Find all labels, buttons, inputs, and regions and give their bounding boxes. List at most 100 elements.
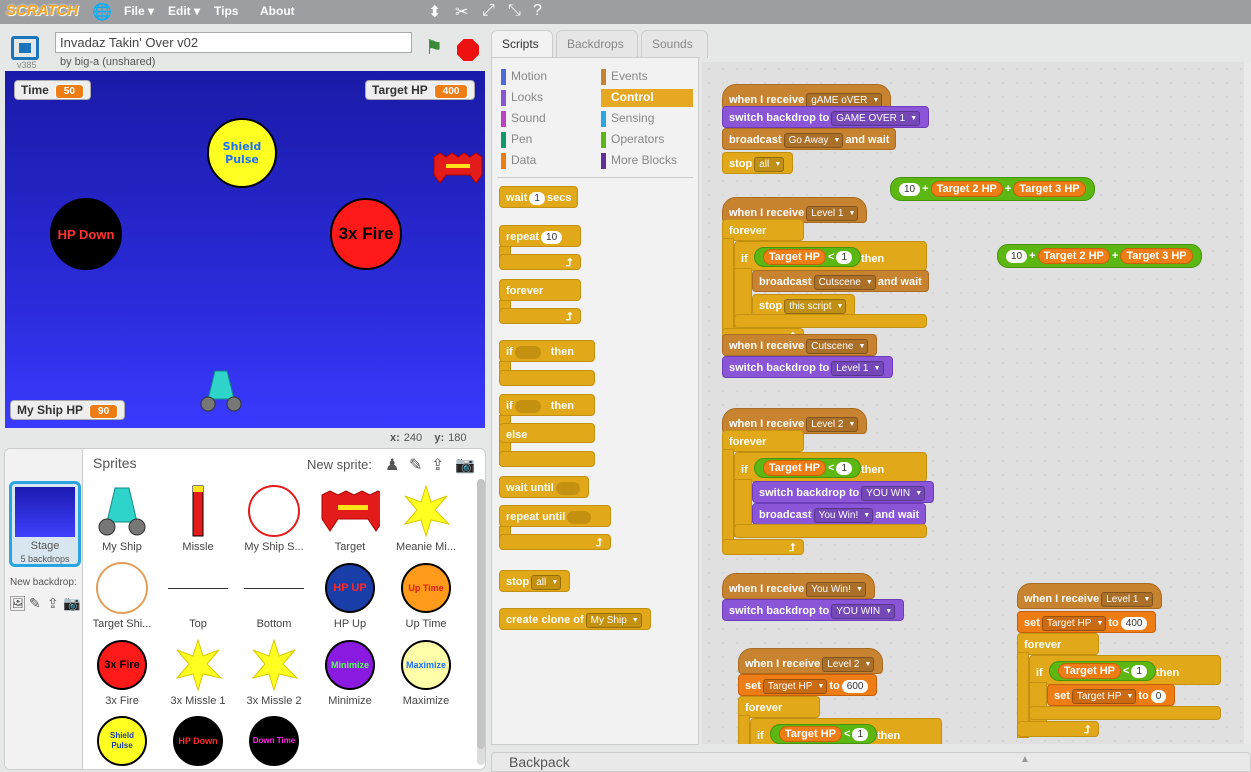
palette-create-clone-block[interactable]: create clone of My Ship (499, 608, 651, 630)
sprite-tile-shield-pulse[interactable]: Shield Pulse (84, 713, 160, 769)
sprite-tile-my-ship[interactable]: My Ship (84, 483, 160, 553)
category-control[interactable]: Control (601, 89, 693, 107)
menu-file[interactable]: File ▾ (124, 4, 154, 18)
palette-repeat-until-block[interactable]: repeat until (499, 505, 611, 527)
when-i-receive-you-win[interactable]: when I receive You Win! (722, 573, 875, 599)
sprite-tile-hp-down[interactable]: HP Down (160, 713, 236, 769)
shield-pulse-sprite[interactable]: Shield Pulse (207, 118, 277, 188)
forever-block[interactable]: forever (1017, 633, 1099, 655)
category-data[interactable]: Data (501, 152, 593, 170)
target-enemy-sprite[interactable] (432, 151, 484, 187)
upload-backdrop-icon[interactable]: ⇪ (47, 595, 59, 612)
broadcast-and-wait-block[interactable]: broadcastGo Awayand wait (722, 128, 897, 150)
sprite-tile-3x-fire[interactable]: 3x Fire 3x Fire (84, 637, 160, 707)
sprite-tile-minimize[interactable]: Minimize Minimize (312, 637, 388, 707)
sprite-tile-maximize[interactable]: Maximize Maximize (388, 637, 464, 707)
sprite-tile-3x-missle-2[interactable]: 3x Missle 2 (236, 637, 312, 707)
when-i-receive-level-2[interactable]: when I receive Level 2 (738, 648, 884, 674)
scratch-logo[interactable]: SCRATCH (6, 2, 78, 22)
when-i-receive-cutscene[interactable]: when I receive Cutscene (722, 334, 878, 356)
palette-if-else-block[interactable]: if then (499, 394, 595, 416)
menu-edit[interactable]: Edit ▾ (168, 4, 200, 18)
when-i-receive-level-1[interactable]: when I receive Level 1 (1017, 583, 1163, 609)
scripts-area[interactable]: when I receivegAME oVER switch backdrop … (702, 62, 1251, 744)
set-variable-block[interactable]: setTarget HPto600 (738, 674, 878, 696)
tab-backdrops[interactable]: Backdrops (556, 30, 638, 58)
sprite-tile-meanie-missile[interactable]: Meanie Mi... (388, 483, 464, 553)
sprite-tile-target[interactable]: Target (312, 483, 388, 553)
broadcast-and-wait-block[interactable]: broadcastCutsceneand wait (752, 270, 929, 292)
tab-scripts[interactable]: Scripts (491, 30, 553, 58)
stage-thumbnail[interactable]: Stage 5 backdrops (9, 481, 81, 567)
palette-stop-block[interactable]: stop all (499, 570, 571, 592)
sprite-tile-3x-missle-1[interactable]: 3x Missle 1 (160, 637, 236, 707)
sprite-tile-my-ship-shield[interactable]: My Ship S... (236, 483, 312, 553)
forever-block[interactable]: forever (738, 696, 820, 718)
if-then-block[interactable]: if Target HP <1 then (750, 718, 942, 744)
sprite-tile-missle[interactable]: Missle (160, 483, 236, 553)
switch-backdrop-block[interactable]: switch backdrop to YOU WIN (722, 599, 905, 621)
category-more-blocks[interactable]: More Blocks (601, 152, 693, 170)
paint-sprite-icon[interactable]: ✎ (409, 455, 422, 475)
palette-repeat-block[interactable]: repeat 10 (499, 225, 581, 247)
upload-sprite-icon[interactable]: ⇪ (431, 455, 444, 475)
cut-icon[interactable]: ✂ (455, 2, 468, 22)
stop-sign-icon[interactable] (457, 39, 479, 61)
switch-backdrop-block[interactable]: switch backdrop to YOU WIN (752, 481, 935, 503)
sprite-tile-up-time[interactable]: Up Time Up Time (388, 560, 464, 630)
palette-wait-block[interactable]: wait 1 secs (499, 186, 579, 208)
sprite-tile-hp-up[interactable]: HP UP HP Up (312, 560, 388, 630)
menu-tips[interactable]: Tips (214, 4, 238, 18)
palette-if-then-block[interactable]: if then (499, 340, 595, 362)
category-looks[interactable]: Looks (501, 89, 593, 107)
set-variable-block[interactable]: setTarget HPto0 (1047, 684, 1176, 706)
forever-block[interactable]: forever (722, 219, 804, 241)
broadcast-and-wait-block[interactable]: broadcastYou Win!and wait (752, 503, 927, 525)
switch-backdrop-block[interactable]: switch backdrop to Level 1 (722, 356, 893, 378)
category-sound[interactable]: Sound (501, 110, 593, 128)
hp-down-sprite[interactable]: HP Down (50, 198, 122, 270)
sprite-library-icon[interactable]: ♟ (385, 455, 399, 475)
stop-block[interactable]: stop all (722, 152, 794, 174)
backpack-bar[interactable]: Backpack (491, 752, 1251, 772)
tab-sounds[interactable]: Sounds (641, 30, 708, 58)
palette-forever-block[interactable]: forever (499, 279, 581, 301)
fullscreen-icon[interactable] (11, 36, 39, 60)
menu-about[interactable]: About (260, 4, 295, 18)
set-variable-block[interactable]: setTarget HPto400 (1017, 611, 1157, 633)
project-title-input[interactable]: Invadaz Takin' Over v02 (55, 32, 412, 53)
if-then-block[interactable]: if Target HP <1 then (734, 241, 927, 271)
add-reporter-block[interactable]: 10 + Target 2 HP + Target 3 HP (890, 177, 1095, 201)
sprite-scrollbar[interactable] (477, 479, 485, 765)
category-pen[interactable]: Pen (501, 131, 593, 149)
scripts-scrollbar[interactable] (1244, 62, 1251, 744)
shrink-icon[interactable]: ⤡ (508, 2, 521, 20)
brush-backdrop-icon[interactable]: ✎ (29, 595, 41, 612)
sprite-tile-target-shield[interactable]: Target Shi... (84, 560, 160, 630)
camera-sprite-icon[interactable]: 📷 (455, 455, 475, 475)
category-sensing[interactable]: Sensing (601, 110, 693, 128)
globe-icon[interactable]: 🌐 (92, 2, 112, 22)
category-motion[interactable]: Motion (501, 68, 593, 86)
if-then-block[interactable]: if Target HP <1 then (734, 452, 927, 482)
sprite-tile-top[interactable]: Top (160, 560, 236, 630)
backpack-scroll-arrow-icon[interactable]: ▲ (1020, 754, 1030, 765)
add-reporter-block[interactable]: 10 + Target 2 HP + Target 3 HP (997, 244, 1202, 268)
help-icon[interactable]: ? (533, 2, 542, 20)
green-flag-icon[interactable]: ⚑ (425, 38, 447, 60)
switch-backdrop-block[interactable]: switch backdrop to GAME OVER 1 (722, 106, 930, 128)
duplicate-stamp-icon[interactable]: ⬍ (428, 2, 441, 22)
camera-backdrop-icon[interactable]: 📷 (63, 595, 80, 612)
stop-block[interactable]: stop this script (752, 294, 856, 316)
if-then-block[interactable]: if Target HP <1 then (1029, 655, 1221, 685)
category-operators[interactable]: Operators (601, 131, 693, 149)
sprite-tile-down-time[interactable]: Down Time (236, 713, 312, 769)
palette-wait-until-block[interactable]: wait until (499, 476, 589, 498)
grow-icon[interactable]: ⤢ (482, 2, 495, 20)
sprite-tile-bottom[interactable]: Bottom (236, 560, 312, 630)
forever-block[interactable]: forever (722, 430, 804, 452)
3x-fire-sprite[interactable]: 3x Fire (330, 198, 402, 270)
my-ship-sprite[interactable] (200, 369, 242, 413)
category-events[interactable]: Events (601, 68, 693, 86)
stage[interactable]: Time 50 Target HP 400 My Ship HP 90 Shield … (5, 71, 485, 428)
